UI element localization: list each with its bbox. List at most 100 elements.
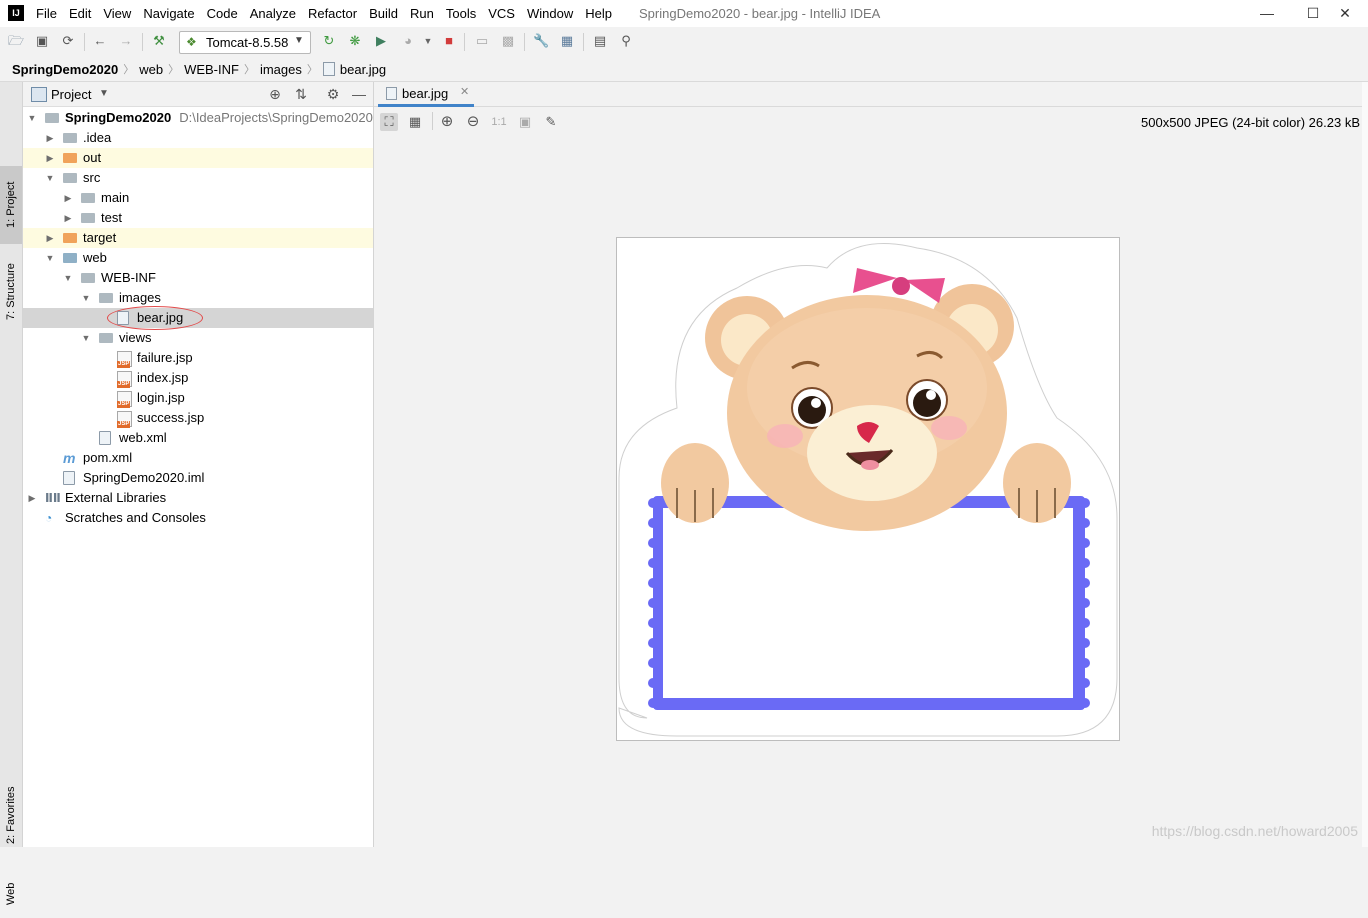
tree-item[interactable]: ▼ SpringDemo2020 D:\IdeaProjects\SpringDem… xyxy=(23,108,373,128)
build-hammer-icon[interactable]: ⚒ xyxy=(151,33,167,49)
profile-dropdown-icon[interactable]: ▼ xyxy=(420,33,436,49)
chevron-right-icon[interactable]: ▶ xyxy=(27,488,37,508)
breadcrumb-item[interactable]: bear.jpg xyxy=(340,62,386,77)
chevron-right-icon[interactable]: ▶ xyxy=(45,228,55,248)
grid-icon[interactable]: ▦ xyxy=(406,113,424,131)
tree-item[interactable]: ▼ web xyxy=(23,248,373,268)
menu-item-analyze[interactable]: Analyze xyxy=(250,6,296,21)
tree-item[interactable]: m pom.xml xyxy=(23,448,373,468)
breadcrumb-item[interactable]: web xyxy=(139,62,163,77)
back-icon[interactable]: ← xyxy=(92,33,108,49)
library-icon: ⅡⅡ xyxy=(45,491,61,505)
attach-icon[interactable]: ▭ xyxy=(474,33,490,49)
tree-item[interactable]: web.xml xyxy=(23,428,373,448)
tree-item[interactable]: success.jsp xyxy=(23,408,373,428)
zoom-out-icon[interactable]: ⊖ xyxy=(464,113,482,131)
run-coverage-icon[interactable]: ▶ xyxy=(373,33,389,49)
profile-icon[interactable]: ◕ xyxy=(400,33,416,49)
chevron-down-icon[interactable]: ▼ xyxy=(81,328,91,348)
tree-item[interactable]: SpringDemo2020.iml xyxy=(23,468,373,488)
folder-icon xyxy=(99,293,113,303)
side-tab-project[interactable]: 1: Project xyxy=(0,166,22,244)
debug-icon[interactable]: ❋ xyxy=(347,33,363,49)
chevron-down-icon[interactable]: ▼ xyxy=(99,88,109,99)
gear-icon[interactable]: ⚙ xyxy=(325,86,341,103)
tree-item[interactable]: ▼ images xyxy=(23,288,373,308)
close-tab-icon[interactable]: ✕ xyxy=(460,85,469,98)
menu-item-vcs[interactable]: VCS xyxy=(488,6,515,21)
menu-item-tools[interactable]: Tools xyxy=(446,6,476,21)
breadcrumb-separator-icon: 〉 xyxy=(243,64,255,76)
side-tab-structure[interactable]: 7: Structure xyxy=(0,252,22,332)
menu-item-edit[interactable]: Edit xyxy=(69,6,91,21)
tree-item-label: target xyxy=(83,230,117,245)
menu-item-run[interactable]: Run xyxy=(410,6,434,21)
menu-item-window[interactable]: Window xyxy=(527,6,573,21)
open-folder-icon[interactable]: 🗁 xyxy=(8,33,24,49)
breadcrumb-item[interactable]: SpringDemo2020 xyxy=(12,62,118,77)
background-icon[interactable]: ▣ xyxy=(516,113,534,131)
zoom-in-icon[interactable]: ⊕ xyxy=(438,113,456,131)
chevron-down-icon[interactable]: ▼ xyxy=(63,268,73,288)
project-panel-title[interactable]: Project xyxy=(51,87,91,102)
menu-item-navigate[interactable]: Navigate xyxy=(143,6,194,21)
menu-item-view[interactable]: View xyxy=(103,6,131,21)
forward-icon[interactable]: → xyxy=(118,33,134,49)
color-picker-icon[interactable]: ✎ xyxy=(542,113,560,131)
jsp-file-icon xyxy=(117,411,132,428)
image-viewer: https://blog.csdn.net/howard2005 xyxy=(374,135,1368,847)
tree-item[interactable]: ▼ views xyxy=(23,328,373,348)
menu-item-build[interactable]: Build xyxy=(369,6,398,21)
tree-item[interactable]: index.jsp xyxy=(23,368,373,388)
tree-item[interactable]: ▼ WEB-INF xyxy=(23,268,373,288)
side-tab-favorites[interactable]: 2: Favorites xyxy=(0,772,22,858)
chevron-down-icon[interactable]: ▼ xyxy=(45,168,55,188)
tree-item[interactable]: ▶ test xyxy=(23,208,373,228)
tree-item[interactable]: ▼ src xyxy=(23,168,373,188)
menu-item-help[interactable]: Help xyxy=(585,6,612,21)
save-icon[interactable]: ▣ xyxy=(34,33,50,49)
tree-item[interactable]: ▶ target xyxy=(23,228,373,248)
chevron-right-icon[interactable]: ▶ xyxy=(45,128,55,148)
wrench-icon[interactable]: 🔧 xyxy=(533,33,549,49)
menu-item-refactor[interactable]: Refactor xyxy=(308,6,357,21)
tree-item[interactable]: ▶ ⅡⅡ External Libraries xyxy=(23,488,373,508)
terminal-icon[interactable]: ▤ xyxy=(592,33,608,49)
sync-icon[interactable]: ⟳ xyxy=(60,33,76,49)
chevron-down-icon[interactable]: ▼ xyxy=(27,108,37,128)
device-icon[interactable]: ▩ xyxy=(500,33,516,49)
side-tab-web[interactable]: Web xyxy=(0,870,22,918)
tree-item[interactable]: ◔ Scratches and Consoles xyxy=(23,508,373,528)
run-configuration-dropdown[interactable]: ❖ Tomcat-8.5.58 ▼ xyxy=(179,31,311,54)
chevron-right-icon[interactable]: ▶ xyxy=(63,188,73,208)
folder-icon xyxy=(81,213,95,223)
actual-size-button[interactable]: 1:1 xyxy=(490,113,508,131)
folder-icon xyxy=(63,153,77,163)
tree-item[interactable]: ▶ .idea xyxy=(23,128,373,148)
tree-item[interactable]: ▶ main xyxy=(23,188,373,208)
breadcrumb-item[interactable]: images xyxy=(260,62,302,77)
menu-item-code[interactable]: Code xyxy=(207,6,238,21)
tree-item-label: External Libraries xyxy=(65,490,167,505)
menu-item-file[interactable]: File xyxy=(36,6,57,21)
collapse-all-icon[interactable]: ⇅ xyxy=(293,86,309,103)
fit-icon[interactable]: ⛶ xyxy=(380,113,398,131)
chevron-right-icon[interactable]: ▶ xyxy=(45,148,55,168)
tree-item[interactable]: failure.jsp xyxy=(23,348,373,368)
chevron-right-icon[interactable]: ▶ xyxy=(63,208,73,228)
project-structure-icon[interactable]: ▦ xyxy=(559,33,575,49)
stop-icon[interactable]: ■ xyxy=(441,33,457,49)
search-icon[interactable]: ⚲ xyxy=(618,33,634,49)
tree-item[interactable]: ▶ out xyxy=(23,148,373,168)
chevron-down-icon[interactable]: ▼ xyxy=(81,288,91,308)
rerun-icon[interactable]: ↻ xyxy=(321,33,337,49)
breadcrumb-item[interactable]: WEB-INF xyxy=(184,62,239,77)
minimize-icon[interactable]: — xyxy=(1244,2,1290,24)
editor-tab-bear[interactable]: bear.jpg ✕ xyxy=(378,82,474,107)
close-icon[interactable]: ✕ xyxy=(1322,2,1368,24)
chevron-down-icon[interactable]: ▼ xyxy=(45,248,55,268)
menu-bar: File Edit View Navigate Code Analyze Refactor B… xyxy=(36,6,624,21)
locate-icon[interactable]: ⊕ xyxy=(267,86,283,103)
tree-item[interactable]: login.jsp xyxy=(23,388,373,408)
hide-panel-icon[interactable]: — xyxy=(351,86,367,102)
